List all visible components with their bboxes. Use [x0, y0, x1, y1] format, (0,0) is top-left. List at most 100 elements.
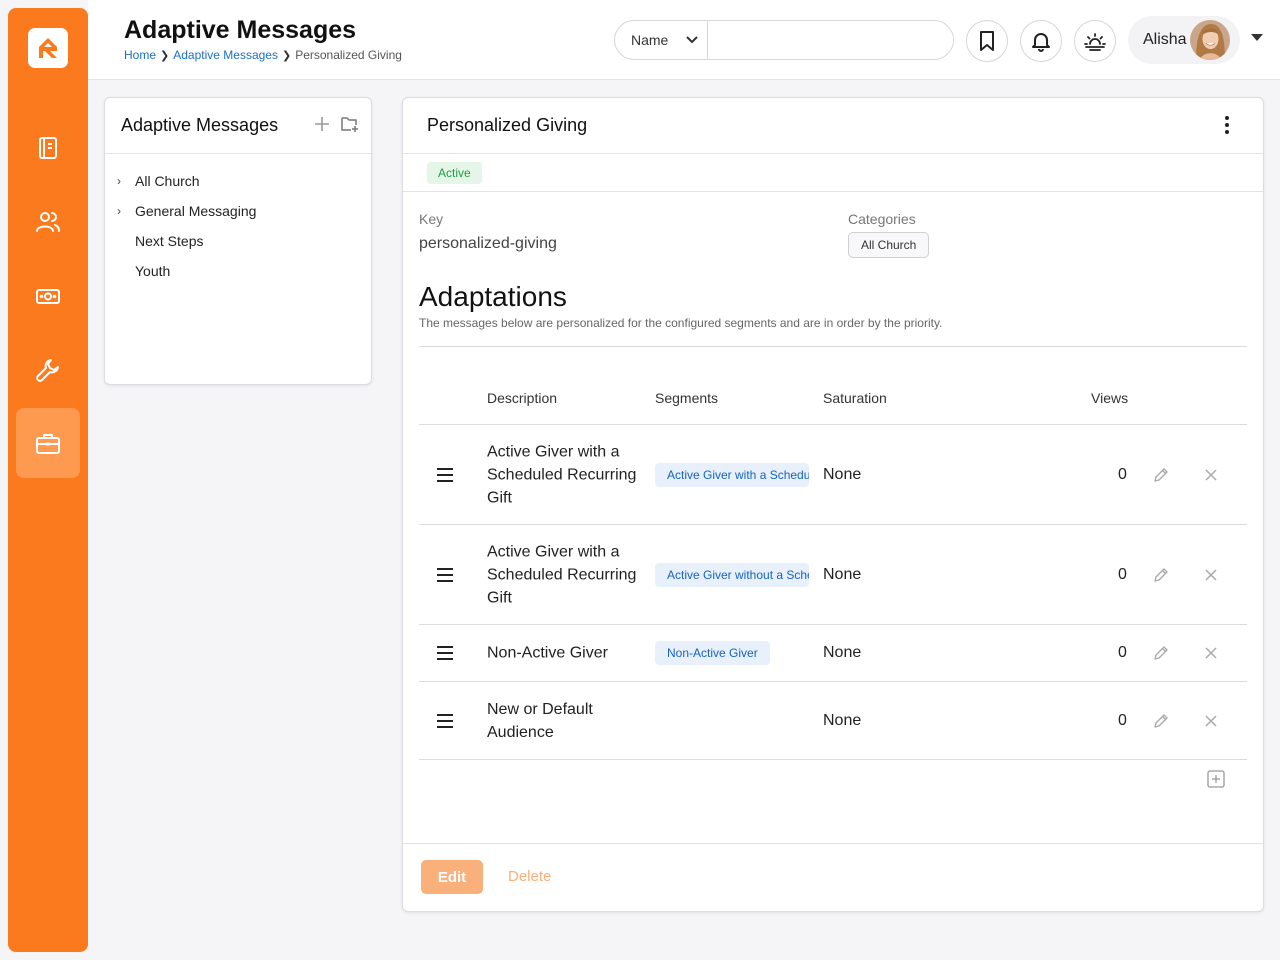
- sidebar-item-finance[interactable]: [16, 264, 80, 328]
- pencil-icon[interactable]: [1153, 713, 1169, 729]
- tree-item-label: General Messaging: [135, 203, 257, 219]
- tree-item-youth[interactable]: Youth: [105, 256, 371, 286]
- user-menu[interactable]: Alisha: [1128, 16, 1240, 64]
- segment-badge: Active Giver with a Scheduled Recurring …: [655, 462, 809, 487]
- status-row: Active: [403, 154, 1263, 192]
- close-icon[interactable]: [1205, 468, 1217, 481]
- breadcrumb-separator-icon: ❯: [281, 49, 292, 62]
- row-description: Active Giver with a Scheduled Recurring …: [487, 543, 637, 606]
- notebook-icon: [39, 137, 57, 159]
- detail-title: Personalized Giving: [427, 115, 588, 135]
- close-icon[interactable]: [1205, 647, 1217, 659]
- add-folder-icon[interactable]: [341, 116, 359, 132]
- close-icon[interactable]: [1205, 568, 1217, 581]
- search-group: Name: [614, 20, 954, 60]
- drag-handle-icon[interactable]: [436, 567, 454, 582]
- top-header: Adaptive Messages Home ❯ Adaptive Messag…: [88, 0, 1280, 80]
- table-row[interactable]: Active Giver with a Scheduled Recurring …: [419, 525, 1247, 625]
- adaptations-title: Adaptations: [419, 281, 567, 312]
- detail-panel-header: Personalized Giving: [403, 98, 1263, 154]
- column-header-description: Description: [487, 390, 558, 406]
- category-badge: All Church: [848, 232, 930, 258]
- key-label: Key: [419, 211, 444, 227]
- tree-item-general-messaging[interactable]: › General Messaging: [105, 196, 371, 226]
- rock-logo-icon[interactable]: [28, 28, 68, 68]
- pencil-icon[interactable]: [1153, 467, 1169, 483]
- chevron-right-icon[interactable]: ›: [117, 174, 135, 188]
- money-icon: [36, 289, 60, 304]
- row-description: Non-Active Giver: [487, 644, 608, 662]
- row-saturation: None: [823, 644, 862, 661]
- wrench-icon: [36, 359, 59, 382]
- search-filter-select[interactable]: Name: [615, 21, 708, 59]
- divider: [419, 346, 1247, 347]
- close-icon[interactable]: [1205, 714, 1217, 727]
- tree-item-all-church[interactable]: › All Church: [105, 166, 371, 196]
- search-filter-label: Name: [631, 32, 669, 48]
- add-square-icon[interactable]: [1207, 770, 1225, 788]
- pencil-icon[interactable]: [1153, 567, 1169, 583]
- table-row[interactable]: Non-Active Giver Non-Active Giver None 0: [419, 625, 1247, 682]
- message-detail-panel: Personalized Giving Active Key personali…: [402, 97, 1264, 912]
- drag-handle-icon[interactable]: [436, 467, 454, 482]
- notifications-button[interactable]: [1020, 20, 1062, 62]
- sidebar-item-people[interactable]: [16, 190, 80, 254]
- chevron-down-icon[interactable]: [1251, 34, 1263, 42]
- delete-button[interactable]: Delete: [508, 868, 551, 885]
- chevron-right-icon[interactable]: ›: [117, 204, 135, 218]
- sidebar-item-notebook[interactable]: [16, 116, 80, 180]
- row-description: New or Default Audience: [487, 700, 593, 741]
- edit-button[interactable]: Edit: [421, 860, 483, 894]
- search-input[interactable]: [708, 21, 953, 59]
- row-description: Active Giver with a Scheduled Recurring …: [487, 443, 637, 506]
- sidebar: [8, 8, 88, 952]
- row-views: 0: [1118, 465, 1127, 483]
- column-header-views: Views: [1091, 390, 1129, 406]
- adaptations-description: The messages below are personalized for …: [419, 316, 943, 330]
- table-header: Description Segments Saturation Views: [419, 368, 1247, 425]
- chevron-down-icon: [686, 36, 699, 44]
- table-footer: [419, 760, 1247, 800]
- column-header-saturation: Saturation: [823, 390, 887, 406]
- avatar: [1190, 20, 1230, 60]
- people-icon: [36, 212, 60, 232]
- sunrise-icon: [1084, 33, 1106, 51]
- drag-handle-icon[interactable]: [436, 713, 454, 728]
- row-saturation: None: [823, 565, 862, 583]
- row-views: 0: [1118, 565, 1127, 583]
- bell-icon: [1032, 33, 1050, 52]
- detail-footer: Edit Delete: [403, 843, 1263, 911]
- tree-panel-actions: [315, 116, 359, 132]
- more-options-icon[interactable]: [1225, 116, 1229, 134]
- adaptations-table: Description Segments Saturation Views Ac…: [419, 368, 1247, 800]
- breadcrumb-adaptive-messages[interactable]: Adaptive Messages: [173, 48, 278, 62]
- drag-handle-icon[interactable]: [436, 646, 454, 660]
- row-saturation: None: [823, 465, 862, 483]
- user-name: Alisha: [1143, 31, 1187, 48]
- briefcase-icon: [36, 434, 60, 454]
- tree-item-next-steps[interactable]: Next Steps: [105, 226, 371, 256]
- theme-toggle-button[interactable]: [1074, 20, 1116, 62]
- row-saturation: None: [823, 711, 862, 729]
- category-tree: › All Church › General Messaging Next St…: [105, 154, 371, 286]
- pencil-icon[interactable]: [1153, 645, 1169, 661]
- tree-item-label: All Church: [135, 173, 200, 189]
- tree-item-label: Youth: [135, 263, 171, 279]
- breadcrumb-current: Personalized Giving: [295, 48, 402, 62]
- status-badge: Active: [427, 161, 482, 184]
- page-title: Adaptive Messages: [124, 16, 357, 44]
- key-value: personalized-giving: [419, 235, 557, 252]
- row-views: 0: [1118, 711, 1127, 729]
- breadcrumb-home[interactable]: Home: [124, 48, 156, 62]
- sidebar-item-tools[interactable]: [16, 338, 80, 402]
- bookmark-button[interactable]: [966, 20, 1008, 62]
- table-row[interactable]: Active Giver with a Scheduled Recurring …: [419, 425, 1247, 525]
- segment-badge: Non-Active Giver: [655, 641, 770, 665]
- category-tree-panel: Adaptive Messages › All Church › General…: [104, 97, 372, 385]
- table-row[interactable]: New or Default Audience None 0: [419, 682, 1247, 760]
- plus-icon[interactable]: [315, 117, 329, 131]
- sidebar-item-admin[interactable]: [16, 408, 80, 478]
- breadcrumb-separator-icon: ❯: [160, 49, 170, 62]
- row-views: 0: [1118, 644, 1127, 661]
- breadcrumb: Home ❯ Adaptive Messages ❯ Personalized …: [124, 48, 402, 62]
